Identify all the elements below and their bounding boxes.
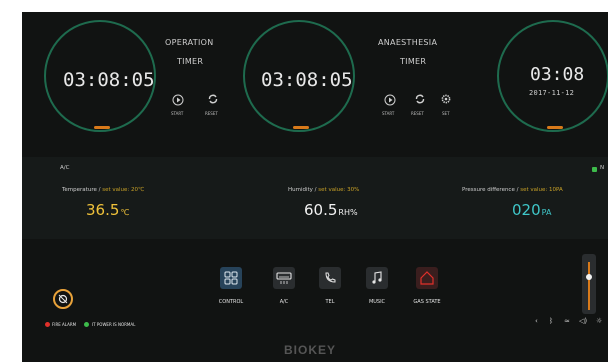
reset-label: RESET bbox=[411, 111, 424, 116]
reset-label: RESET bbox=[205, 111, 218, 116]
temperature-value: 36.5℃ bbox=[86, 201, 130, 219]
power-status: IT POWER IS NORMAL bbox=[92, 322, 136, 327]
wifi-icon[interactable]: ≈ bbox=[564, 317, 570, 325]
start-label: START bbox=[382, 111, 395, 116]
anaesthesia-timer-title: ANAESTHESIA bbox=[378, 38, 438, 47]
start-icon[interactable] bbox=[384, 94, 396, 106]
clock-date: 2017-11-12 bbox=[529, 89, 575, 97]
environment-panel bbox=[22, 157, 608, 239]
volume-slider[interactable] bbox=[582, 254, 596, 314]
ac-tile[interactable] bbox=[273, 267, 295, 289]
bluetooth-icon[interactable]: ᛒ bbox=[549, 317, 553, 325]
air-conditioner-icon bbox=[276, 272, 292, 284]
music-label[interactable]: MUSIC bbox=[362, 299, 392, 305]
fire-alarm-dot bbox=[45, 322, 50, 327]
panel-section-label: A/C bbox=[60, 165, 70, 171]
operation-timer-time: 03:08:05 bbox=[63, 69, 155, 91]
status-badge: N bbox=[600, 165, 605, 171]
reset-icon[interactable] bbox=[207, 93, 219, 105]
start-icon[interactable] bbox=[172, 94, 184, 106]
anaesthesia-timer-subtitle: TIMER bbox=[400, 57, 427, 66]
volume-slider-track bbox=[588, 262, 590, 310]
pressure-label: Pressure difference / set value: 10PA bbox=[462, 187, 563, 193]
gas-state-tile[interactable] bbox=[416, 267, 438, 289]
anaesthesia-timer-time: 03:08:05 bbox=[261, 69, 353, 91]
humidity-value: 60.5RH% bbox=[304, 201, 358, 219]
tel-label[interactable]: TEL bbox=[319, 299, 341, 305]
set-label: SET bbox=[442, 111, 450, 116]
control-label[interactable]: CONTROL bbox=[214, 299, 248, 305]
operation-timer-title: OPERATION bbox=[165, 38, 214, 47]
device-screen: 03:08:05 OPERATION TIMER START RESET 03:… bbox=[22, 12, 608, 362]
gas-state-label[interactable]: GAS STATE bbox=[406, 299, 448, 305]
brightness-icon[interactable]: ☼ bbox=[596, 317, 602, 325]
pressure-value: 020PA bbox=[512, 201, 552, 219]
music-tile[interactable] bbox=[366, 267, 388, 289]
control-tile[interactable] bbox=[220, 267, 242, 289]
alarm-mute-icon[interactable] bbox=[52, 288, 74, 310]
clock-time: 03:08 bbox=[530, 64, 585, 85]
music-note-icon bbox=[372, 271, 382, 284]
operation-timer-subtitle: TIMER bbox=[177, 57, 204, 66]
volume-slider-thumb[interactable] bbox=[586, 274, 592, 280]
back-icon[interactable]: ‹ bbox=[535, 317, 538, 325]
house-alarm-icon bbox=[420, 271, 434, 285]
power-status-dot bbox=[84, 322, 89, 327]
settings-gear-icon[interactable] bbox=[440, 93, 452, 105]
tel-tile[interactable] bbox=[319, 267, 341, 289]
ac-label[interactable]: A/C bbox=[273, 299, 295, 305]
volume-icon[interactable]: ◁) bbox=[579, 317, 587, 325]
brand-logo: BIOKEY bbox=[284, 343, 337, 357]
humidity-label: Humidity / set value: 30% bbox=[288, 187, 360, 193]
phone-icon bbox=[325, 272, 336, 283]
fire-alarm-status: FIRE ALARM bbox=[52, 322, 77, 327]
start-label: START bbox=[171, 111, 184, 116]
status-badge-dot bbox=[592, 167, 597, 172]
reset-icon[interactable] bbox=[414, 93, 426, 105]
grid-icon bbox=[224, 271, 238, 285]
temperature-label: Temperature / set value: 20℃ bbox=[62, 187, 145, 193]
